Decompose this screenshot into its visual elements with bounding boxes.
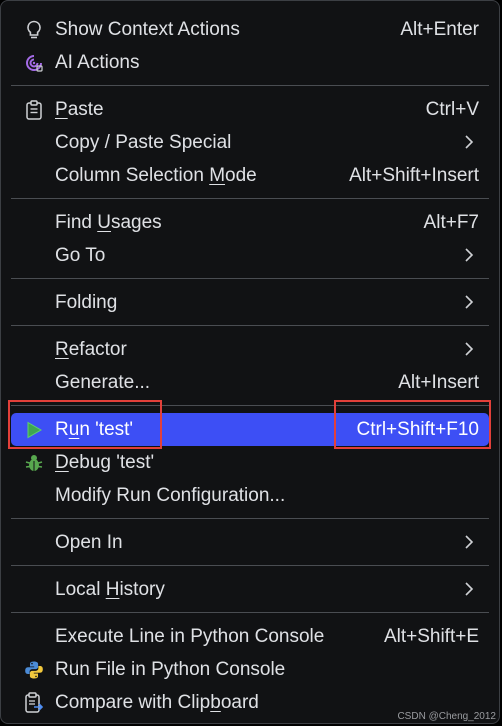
menu-item-shortcut: Ctrl+Shift+F10 xyxy=(356,418,480,440)
menu-item-label: Paste xyxy=(55,98,104,120)
separator xyxy=(11,518,489,519)
run-play-icon xyxy=(23,419,45,441)
menu-item-go-to[interactable]: Go To xyxy=(11,239,489,272)
separator xyxy=(11,85,489,86)
menu-item-label: Run 'test' xyxy=(55,418,134,440)
menu-item-label: Local History xyxy=(55,578,165,600)
menu-item-column-selection-mode[interactable]: Column Selection Mode Alt+Shift+Insert xyxy=(11,159,489,192)
menu-item-copy-paste-special[interactable]: Copy / Paste Special xyxy=(11,126,489,159)
menu-item-find-usages[interactable]: Find Usages Alt+F7 xyxy=(11,206,489,239)
chevron-right-icon xyxy=(465,295,474,309)
menu-item-shortcut: Alt+Insert xyxy=(398,371,479,393)
ai-spiral-icon xyxy=(23,52,45,74)
menu-item-shortcut: Alt+Shift+Insert xyxy=(349,164,479,186)
menu-item-shortcut: Alt+Shift+E xyxy=(383,625,479,647)
menu-item-generate[interactable]: Generate... Alt+Insert xyxy=(11,366,489,399)
separator xyxy=(11,278,489,279)
menu-item-folding[interactable]: Folding xyxy=(11,286,489,319)
menu-item-label: Open In xyxy=(55,531,123,553)
menu-item-debug-test[interactable]: Debug 'test' xyxy=(11,446,489,479)
editor-context-menu: Show Context Actions Alt+Enter AI Action… xyxy=(0,0,500,724)
menu-item-ai-actions[interactable]: AI Actions xyxy=(11,46,489,79)
menu-item-modify-run-configuration[interactable]: Modify Run Configuration... xyxy=(11,479,489,512)
clipboard-icon xyxy=(23,99,45,121)
menu-item-label: Go To xyxy=(55,244,106,266)
menu-item-label: Execute Line in Python Console xyxy=(55,625,325,647)
menu-item-run-file-python-console[interactable]: Run File in Python Console xyxy=(11,653,489,686)
debug-bug-icon xyxy=(23,452,45,474)
chevron-right-icon xyxy=(465,135,474,149)
menu-item-label: Copy / Paste Special xyxy=(55,131,232,153)
watermark: CSDN @Cheng_2012 xyxy=(397,711,496,722)
compare-clipboard-icon xyxy=(23,692,45,714)
separator xyxy=(11,565,489,566)
menu-item-label: Compare with Clipboard xyxy=(55,691,259,713)
separator xyxy=(11,612,489,613)
lightbulb-icon xyxy=(23,19,45,41)
menu-item-label: Refactor xyxy=(55,338,127,360)
menu-item-paste[interactable]: Paste Ctrl+V xyxy=(11,93,489,126)
menu-item-label: Modify Run Configuration... xyxy=(55,484,286,506)
menu-item-label: AI Actions xyxy=(55,51,140,73)
separator xyxy=(11,198,489,199)
menu-item-shortcut: Alt+F7 xyxy=(423,211,479,233)
menu-item-label: Find Usages xyxy=(55,211,162,233)
menu-item-refactor[interactable]: Refactor xyxy=(11,333,489,366)
chevron-right-icon xyxy=(465,248,474,262)
menu-item-label: Debug 'test' xyxy=(55,451,155,473)
menu-item-label: Run File in Python Console xyxy=(55,658,286,680)
menu-item-label: Folding xyxy=(55,291,118,313)
menu-item-execute-line-python-console[interactable]: Execute Line in Python Console Alt+Shift… xyxy=(11,620,489,653)
chevron-right-icon xyxy=(465,535,474,549)
menu-item-open-in[interactable]: Open In xyxy=(11,526,489,559)
separator xyxy=(11,325,489,326)
chevron-right-icon xyxy=(465,582,474,596)
menu-item-show-context-actions[interactable]: Show Context Actions Alt+Enter xyxy=(11,13,489,46)
python-logo-icon xyxy=(23,659,45,681)
menu-item-shortcut: Alt+Enter xyxy=(400,18,479,40)
menu-item-shortcut: Ctrl+V xyxy=(425,98,479,120)
menu-item-run-test[interactable]: Run 'test' Ctrl+Shift+F10 xyxy=(11,413,489,446)
menu-item-local-history[interactable]: Local History xyxy=(11,573,489,606)
menu-item-label: Generate... xyxy=(55,371,151,393)
menu-item-label: Show Context Actions xyxy=(55,18,240,40)
separator xyxy=(11,405,489,406)
chevron-right-icon xyxy=(465,342,474,356)
menu-item-label: Column Selection Mode xyxy=(55,164,257,186)
